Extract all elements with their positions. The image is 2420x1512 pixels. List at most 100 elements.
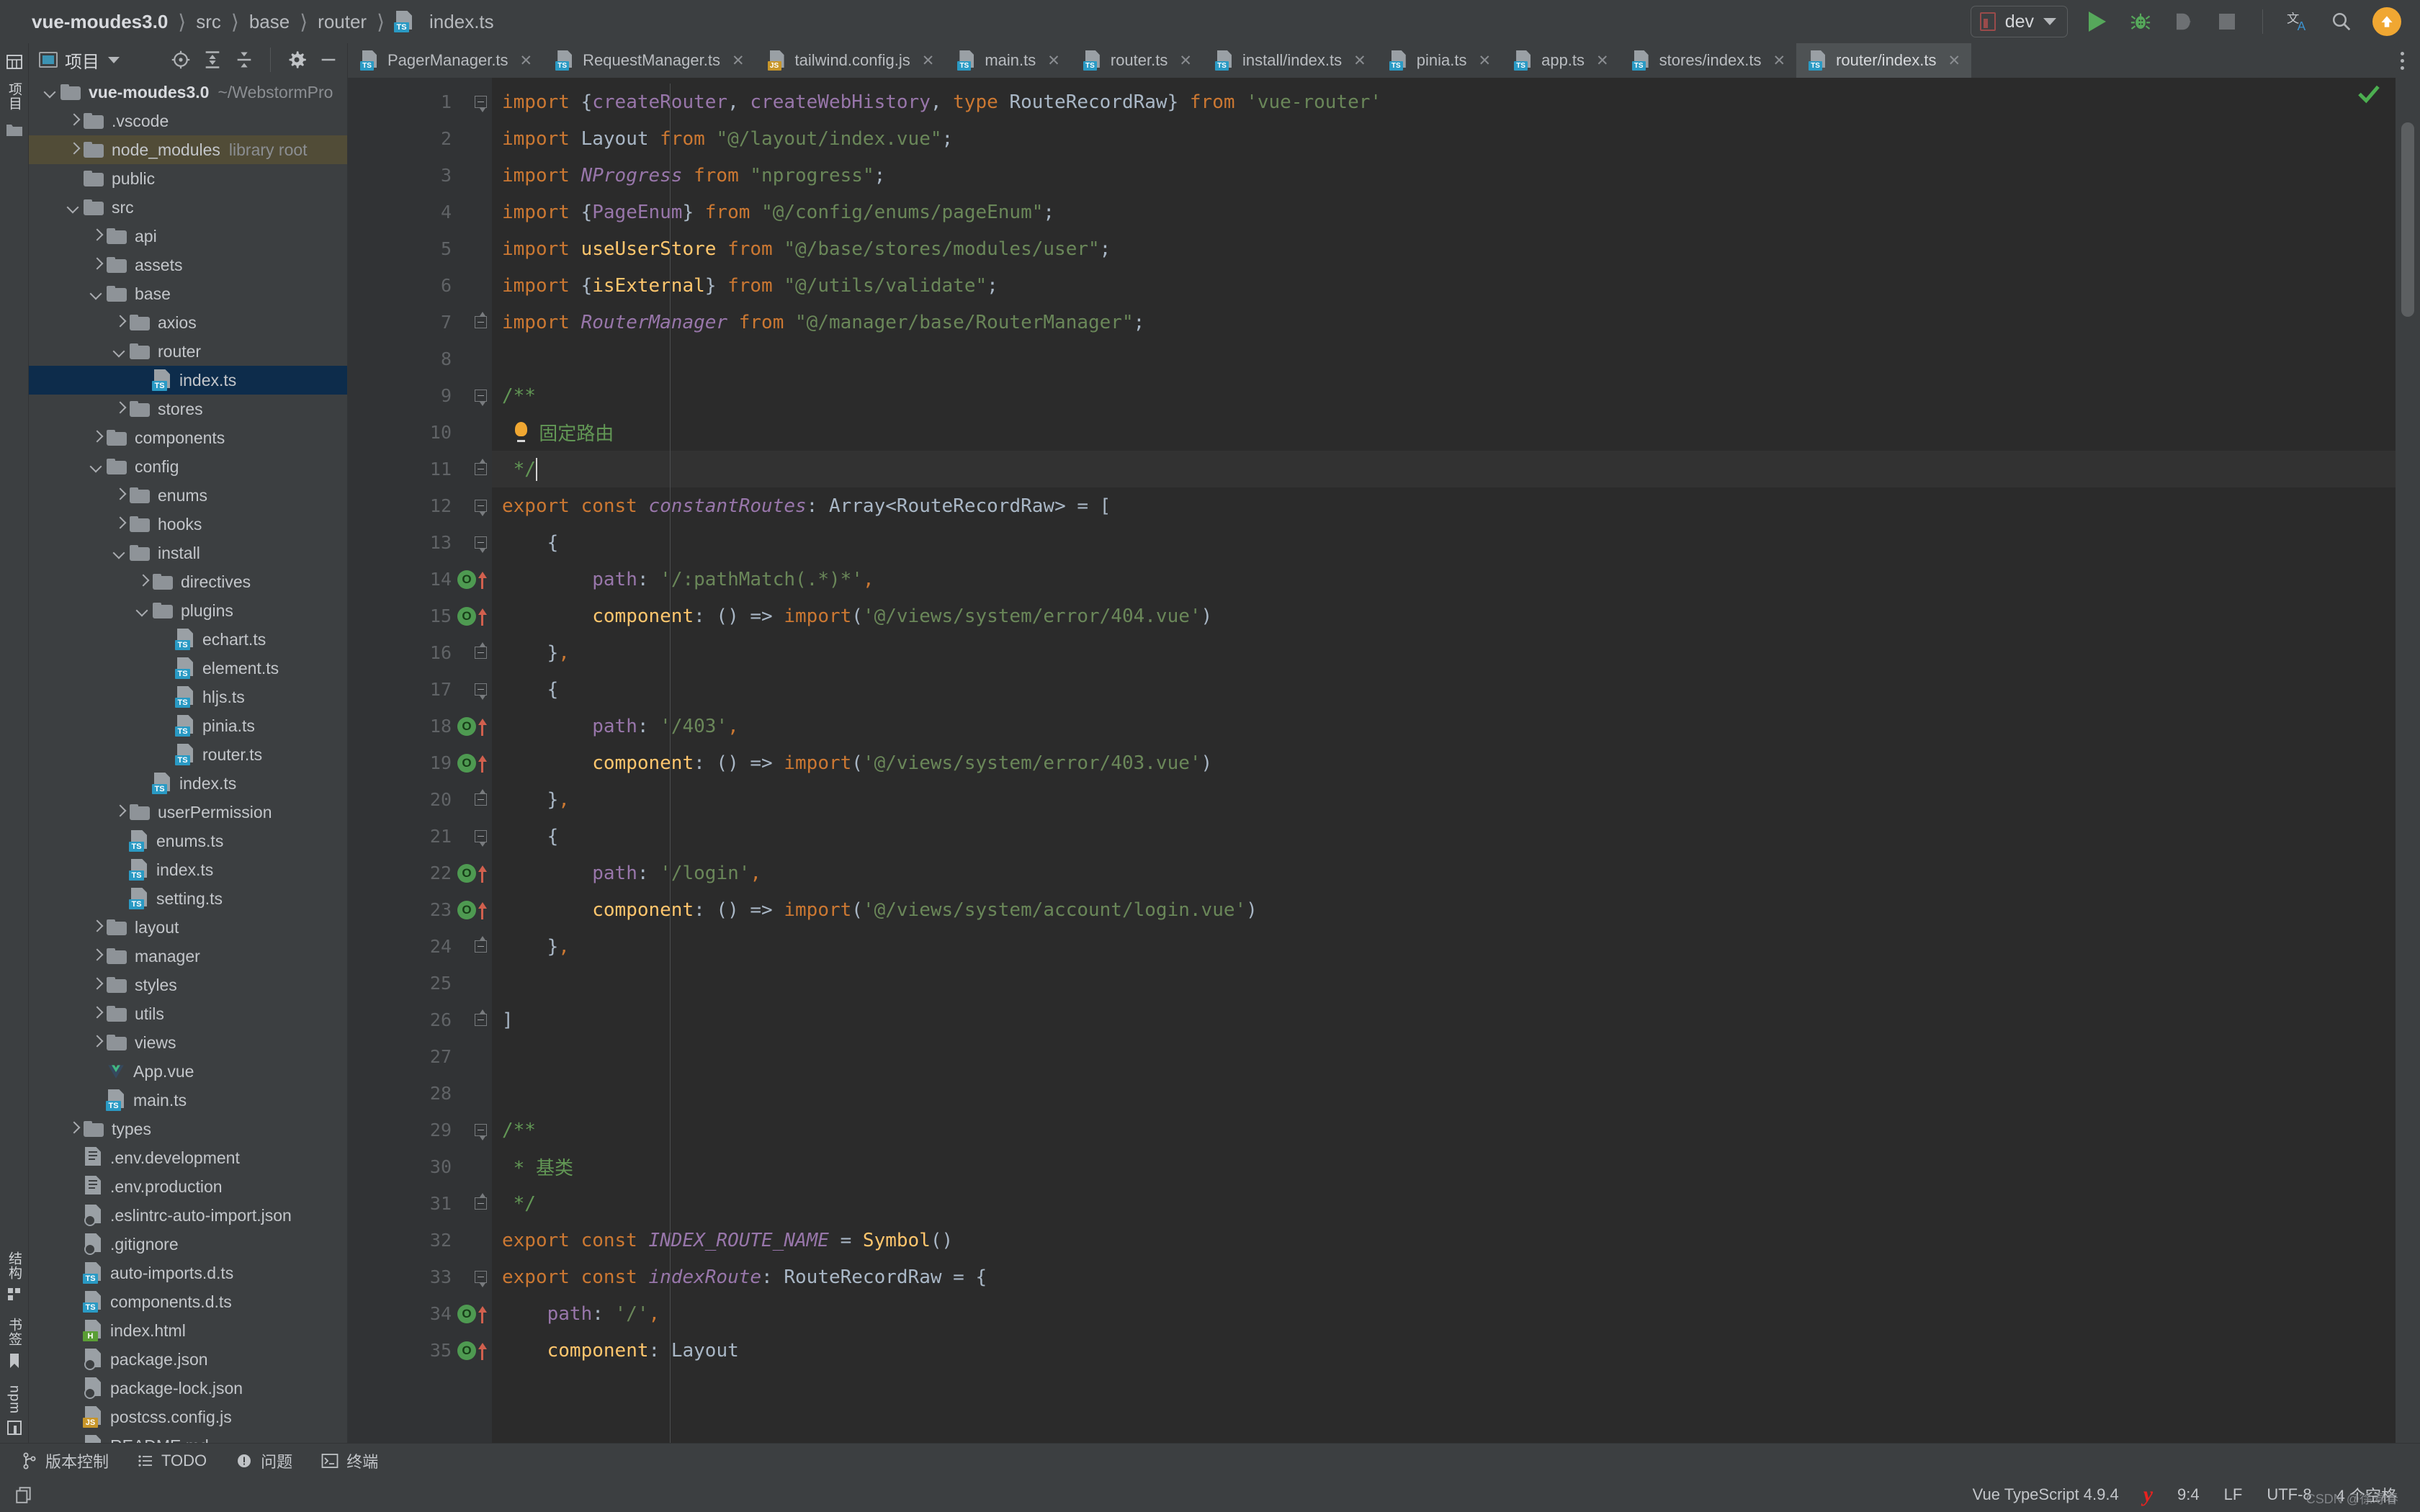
run-configuration-selector[interactable]: dev (1970, 6, 2068, 37)
breadcrumb-base[interactable]: base (246, 11, 292, 33)
code-editor[interactable]: 1 2 3 4 5 6 7 8 9 10 11 12 13 14 O 15 O 16 17 18 O 19 O 20 21 22 O… (348, 78, 2420, 1443)
tree-item-manager[interactable]: manager (29, 942, 347, 971)
close-icon[interactable]: ✕ (1047, 52, 1060, 70)
code-fold-end-icon[interactable] (473, 1192, 489, 1212)
implementing-member-icon[interactable] (478, 1341, 488, 1360)
status-line-separator[interactable]: LF (2224, 1485, 2243, 1504)
chevron-right-icon[interactable] (88, 947, 107, 966)
code-line[interactable]: path: '/', (492, 1295, 2396, 1332)
code-line[interactable]: 固定路由 (492, 414, 2396, 451)
update-icon[interactable] (2372, 7, 2401, 36)
chevron-right-icon[interactable] (88, 1004, 107, 1023)
code-fold-end-icon[interactable] (473, 458, 489, 477)
bottom-item-version-control[interactable]: 版本控制 (22, 1449, 109, 1472)
overriding-member-icon[interactable]: O (457, 606, 476, 626)
rail-label-project[interactable]: 项目 (4, 82, 24, 111)
code-fold-start-icon[interactable] (473, 829, 489, 847)
expand-all-icon[interactable] (202, 50, 223, 70)
chevron-right-icon[interactable] (88, 428, 107, 447)
tree-item-public[interactable]: public (29, 164, 347, 193)
debug-icon[interactable] (2128, 9, 2153, 34)
tree-item-echart-ts[interactable]: TS echart.ts (29, 625, 347, 654)
tree-item-vue-moudes3-0[interactable]: vue-moudes3.0 ~/WebstormPro (29, 78, 347, 107)
close-icon[interactable]: ✕ (732, 52, 745, 70)
folder-icon[interactable] (6, 122, 23, 138)
code-line[interactable]: export const INDEX_ROUTE_NAME = Symbol() (492, 1222, 2396, 1259)
tree-item-pinia-ts[interactable]: TS pinia.ts (29, 711, 347, 740)
code-line[interactable]: path: '/:pathMatch(.*)*', (492, 561, 2396, 598)
tab-overflow-menu-icon[interactable] (2384, 43, 2420, 78)
yarn-icon[interactable]: y (2143, 1482, 2153, 1507)
chevron-down-icon[interactable] (108, 56, 120, 63)
code-line[interactable]: */ (492, 451, 2396, 487)
code-line[interactable]: component: () => import('@/views/system/… (492, 891, 2396, 928)
bottom-item-problems[interactable]: 问题 (236, 1449, 292, 1472)
stop-icon[interactable] (2215, 9, 2239, 34)
chevron-right-icon[interactable] (111, 400, 130, 418)
rail-item-bookmarks[interactable]: 书签 (4, 1318, 24, 1369)
implementing-member-icon[interactable] (478, 1305, 488, 1323)
close-icon[interactable]: ✕ (1353, 52, 1366, 70)
overriding-member-icon[interactable]: O (457, 1341, 476, 1360)
chevron-down-icon[interactable] (42, 83, 60, 102)
tree-item-directives[interactable]: directives (29, 567, 347, 596)
tree-item-auto-imports-d-ts[interactable]: TS auto-imports.d.ts (29, 1259, 347, 1287)
translate-icon[interactable]: 文A (2286, 9, 2311, 34)
close-icon[interactable]: ✕ (1478, 52, 1491, 70)
tree-item-hooks[interactable]: hooks (29, 510, 347, 539)
code-fold-start-icon[interactable] (473, 1122, 489, 1140)
implementing-member-icon[interactable] (478, 607, 488, 626)
chevron-right-icon[interactable] (111, 803, 130, 822)
chevron-right-icon[interactable] (65, 1120, 84, 1138)
status-language[interactable]: Vue TypeScript 4.9.4 (1973, 1485, 2119, 1504)
tree-item-index-ts[interactable]: TS index.ts (29, 366, 347, 395)
chevron-right-icon[interactable] (111, 486, 130, 505)
tree-item--env-development[interactable]: .env.development (29, 1143, 347, 1172)
hide-panel-icon[interactable] (318, 50, 339, 70)
tree-item-hljs-ts[interactable]: TS hljs.ts (29, 683, 347, 711)
code-line[interactable] (492, 965, 2396, 1002)
chevron-down-icon[interactable] (88, 457, 107, 476)
gear-icon[interactable] (287, 50, 307, 70)
chevron-right-icon[interactable] (134, 572, 153, 591)
editor-tab-tailwind-config-js[interactable]: JS tailwind.config.js ✕ (756, 43, 946, 78)
tree-item-router-ts[interactable]: TS router.ts (29, 740, 347, 769)
project-panel-icon[interactable] (6, 53, 23, 71)
editor-tab-main-ts[interactable]: TS main.ts ✕ (945, 43, 1071, 78)
code-line[interactable]: ] (492, 1002, 2396, 1038)
implementing-member-icon[interactable] (478, 864, 488, 883)
editor-tab-pagermanager-ts[interactable]: TS PagerManager.ts ✕ (348, 43, 543, 78)
tree-item-assets[interactable]: assets (29, 251, 347, 279)
code-line[interactable]: import {isExternal} from "@/utils/valida… (492, 267, 2396, 304)
code-fold-start-icon[interactable] (473, 498, 489, 516)
close-icon[interactable]: ✕ (922, 52, 935, 70)
code-line[interactable]: import NProgress from "nprogress"; (492, 157, 2396, 194)
breadcrumb-src[interactable]: src (193, 11, 224, 33)
overriding-member-icon[interactable]: O (457, 753, 476, 773)
chevron-right-icon[interactable] (88, 227, 107, 246)
code-fold-end-icon[interactable] (473, 788, 489, 808)
overriding-member-icon[interactable]: O (457, 900, 476, 919)
code-line[interactable]: }, (492, 781, 2396, 818)
tree-item-element-ts[interactable]: TS element.ts (29, 654, 347, 683)
inspections-ok-icon[interactable] (2358, 84, 2380, 105)
tree-item-layout[interactable]: layout (29, 913, 347, 942)
code-fold-end-icon[interactable] (473, 935, 489, 955)
tree-item-components[interactable]: components (29, 423, 347, 452)
tree-item-main-ts[interactable]: TS main.ts (29, 1086, 347, 1115)
code-fold-end-icon[interactable] (473, 642, 489, 661)
code-line[interactable]: }, (492, 634, 2396, 671)
tree-item-install[interactable]: install (29, 539, 347, 567)
tree-item-enums[interactable]: enums (29, 481, 347, 510)
intention-bulb-icon[interactable] (514, 421, 528, 444)
project-panel-title[interactable]: 项目 (39, 48, 99, 73)
tree-item-postcss-config-js[interactable]: JS postcss.config.js (29, 1403, 347, 1431)
chevron-down-icon[interactable] (88, 284, 107, 303)
tree-item-styles[interactable]: styles (29, 971, 347, 999)
implementing-member-icon[interactable] (478, 717, 488, 736)
code-line[interactable]: path: '/403', (492, 708, 2396, 744)
tree-item-components-d-ts[interactable]: TS components.d.ts (29, 1287, 347, 1316)
breadcrumb-router[interactable]: router (315, 11, 369, 33)
editor-tab-install-index-ts[interactable]: TS install/index.ts ✕ (1203, 43, 1377, 78)
tree-item-index-ts[interactable]: TS index.ts (29, 769, 347, 798)
